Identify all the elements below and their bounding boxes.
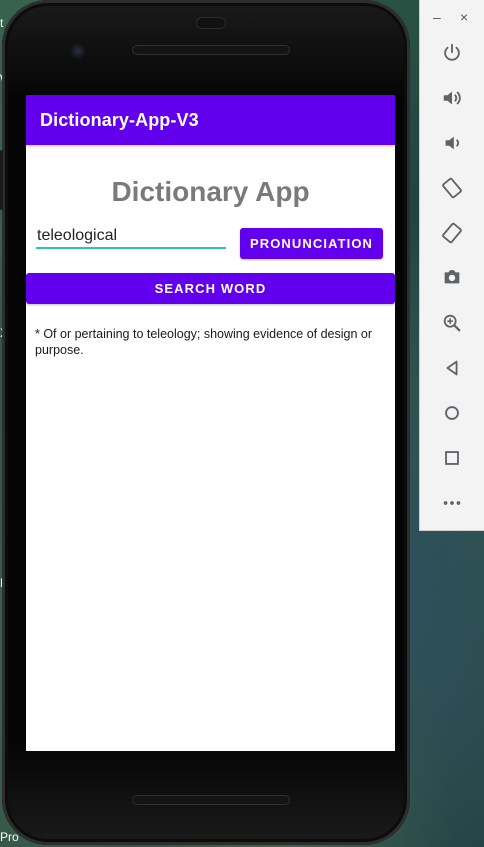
pronunciation-button[interactable]: PRONUNCIATION [240, 228, 383, 259]
camera-icon [444, 270, 460, 284]
close-button[interactable]: × [460, 8, 468, 26]
volume-down-icon [445, 136, 459, 150]
overview-button[interactable] [438, 444, 466, 472]
volume-up-button[interactable] [438, 84, 466, 112]
volume-down-button[interactable] [438, 129, 466, 157]
page-title: Dictionary App [111, 176, 310, 207]
phone-frame: Dictionary-App-V3 Dictionary App PRONUNC… [0, 0, 410, 845]
word-input[interactable] [36, 225, 226, 249]
definition-text: * Of or pertaining to teleology; showing… [35, 327, 373, 357]
front-camera [70, 43, 86, 59]
power-button[interactable] [438, 39, 466, 67]
volume-up-icon [443, 91, 461, 105]
back-icon [446, 360, 458, 376]
more-icon [443, 501, 461, 505]
rotate-right-icon [442, 222, 462, 244]
emulator-toolbar: – × [419, 0, 484, 531]
home-icon [445, 406, 459, 420]
back-button[interactable] [438, 354, 466, 382]
minimize-button[interactable]: – [433, 8, 441, 26]
app-screen: Dictionary-App-V3 Dictionary App PRONUNC… [26, 95, 395, 751]
bottom-speaker [132, 795, 290, 805]
rotate-left-icon [442, 177, 462, 199]
app-bar-title: Dictionary-App-V3 [40, 110, 199, 130]
zoom-button[interactable] [438, 309, 466, 337]
rotate-right-button[interactable] [438, 219, 466, 247]
zoom-icon [443, 314, 461, 332]
earpiece [196, 17, 226, 29]
home-button[interactable] [438, 399, 466, 427]
screenshot-button[interactable] [438, 263, 466, 291]
phone-side-button [0, 150, 3, 210]
power-icon [444, 43, 460, 61]
search-word-button[interactable]: SEARCH WORD [26, 273, 395, 304]
app-bar: Dictionary-App-V3 [26, 95, 395, 145]
top-speaker [132, 45, 290, 55]
rotate-left-button[interactable] [438, 174, 466, 202]
overview-icon [445, 451, 459, 465]
more-button[interactable] [438, 489, 466, 517]
